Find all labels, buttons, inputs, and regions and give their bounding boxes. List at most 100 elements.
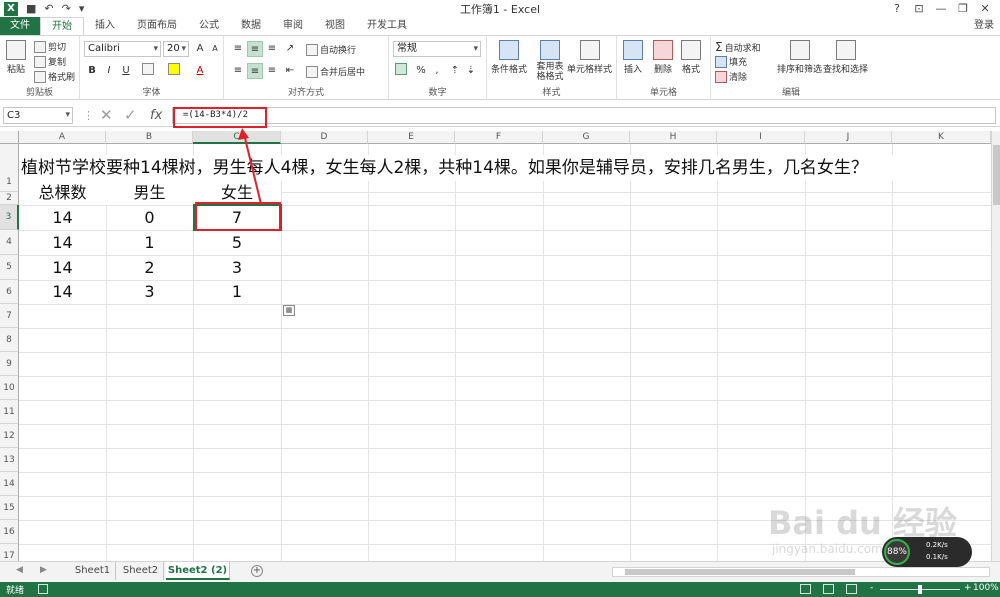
tab-insert[interactable]: 插入 <box>84 17 126 35</box>
row-header-4[interactable]: 4 <box>0 230 19 255</box>
tab-view[interactable]: 视图 <box>314 17 356 35</box>
network-speed-widget[interactable]: 88% 0.2K/s 0.1K/s <box>882 537 972 567</box>
minimize-button[interactable]: — <box>930 0 952 17</box>
format-painter-button[interactable]: 格式刷 <box>34 70 75 83</box>
tab-formulas[interactable]: 公式 <box>188 17 230 35</box>
close-button[interactable]: ✕ <box>974 0 996 17</box>
tab-home[interactable]: 开始 <box>40 17 84 35</box>
delete-cells-button[interactable]: 删除 <box>653 40 673 75</box>
decrease-decimal-button[interactable]: ⇣ <box>463 63 479 79</box>
name-box[interactable]: C3 <box>3 107 73 124</box>
row-header-10[interactable]: 10 <box>0 376 19 400</box>
row-header-13[interactable]: 13 <box>0 448 19 472</box>
column-header-a[interactable]: A <box>19 131 106 144</box>
tab-page-layout[interactable]: 页面布局 <box>126 17 188 35</box>
row-header-15[interactable]: 15 <box>0 496 19 520</box>
sort-filter-button[interactable]: 排序和筛选 <box>777 40 822 75</box>
cancel-formula-icon[interactable]: ✕ <box>100 106 113 124</box>
row-header-2[interactable]: 2 <box>0 192 19 205</box>
align-middle-button[interactable]: ≡ <box>247 41 263 57</box>
grow-font-button[interactable]: A <box>192 41 208 57</box>
cell-b4[interactable]: 1 <box>106 230 193 255</box>
column-header-f[interactable]: F <box>455 131 543 144</box>
horizontal-scrollbar[interactable] <box>612 567 990 577</box>
zoom-out-button[interactable]: - <box>870 583 873 593</box>
ribbon-display-options-button[interactable]: ⊡ <box>908 0 930 17</box>
row-header-16[interactable]: 16 <box>0 520 19 544</box>
align-right-button[interactable]: ≡ <box>264 63 280 79</box>
tab-review[interactable]: 审阅 <box>272 17 314 35</box>
row-header-17[interactable]: 17 <box>0 544 19 561</box>
select-all-corner[interactable] <box>0 131 19 144</box>
fill-color-button[interactable] <box>166 63 182 79</box>
customize-qat-icon[interactable]: ▾ <box>79 2 85 15</box>
column-header-c[interactable]: C <box>193 131 281 144</box>
quick-analysis-icon[interactable]: ▦ <box>283 305 295 316</box>
font-name-select[interactable]: Calibri <box>84 41 161 57</box>
align-top-button[interactable]: ≡ <box>230 41 246 57</box>
cut-button[interactable]: 剪切 <box>34 40 66 53</box>
cell-b6[interactable]: 3 <box>106 280 193 304</box>
redo-icon[interactable]: ↷ <box>62 2 71 15</box>
normal-view-icon[interactable] <box>800 584 811 594</box>
cell-b2[interactable]: 男生 <box>106 181 193 205</box>
row-header-11[interactable]: 11 <box>0 400 19 424</box>
login-link[interactable]: 登录 <box>974 17 994 35</box>
row-header-5[interactable]: 5 <box>0 255 19 280</box>
save-icon[interactable]: ■ <box>26 2 36 15</box>
cell-styles-button[interactable]: 单元格样式 <box>567 40 612 75</box>
cell-b5[interactable]: 2 <box>106 255 193 280</box>
column-header-j[interactable]: J <box>805 131 892 144</box>
column-header-b[interactable]: B <box>106 131 193 144</box>
tab-data[interactable]: 数据 <box>230 17 272 35</box>
prev-sheet-icon[interactable]: ◀ <box>16 565 23 575</box>
orientation-button[interactable]: ↗ <box>282 41 298 57</box>
cell-c4[interactable]: 5 <box>193 230 281 255</box>
column-header-g[interactable]: G <box>543 131 630 144</box>
clear-button[interactable]: 清除 <box>715 70 747 83</box>
zoom-slider[interactable]: - + <box>870 583 972 595</box>
row-header-12[interactable]: 12 <box>0 424 19 448</box>
align-center-button[interactable]: ≡ <box>247 63 263 79</box>
decrease-indent-button[interactable]: ⇤ <box>282 63 298 79</box>
worksheet-grid[interactable]: A B C D E F G H I J K 1 2 3 4 5 6 7 8 9 … <box>0 131 991 561</box>
shrink-font-button[interactable]: A <box>207 41 223 57</box>
zoom-level[interactable]: 100% <box>973 583 999 593</box>
comma-style-button[interactable]: , <box>429 63 445 79</box>
copy-button[interactable]: 复制 <box>34 55 66 68</box>
row-header-3[interactable]: 3 <box>0 205 19 230</box>
undo-icon[interactable]: ↶ <box>44 2 53 15</box>
wrap-text-button[interactable]: 自动换行 <box>306 43 356 56</box>
row-header-14[interactable]: 14 <box>0 472 19 496</box>
percent-style-button[interactable]: % <box>413 63 429 79</box>
horizontal-scroll-thumb[interactable] <box>625 569 855 575</box>
autosum-button[interactable]: Σ 自动求和 <box>715 40 761 54</box>
cell-a1-problem[interactable]: 植树节学校要种14棵树，男生每人4棵，女生每人2棵，共种14棵。如果你是辅导员，… <box>19 155 959 181</box>
merge-center-button[interactable]: 合并后居中 <box>306 65 365 78</box>
tab-developer[interactable]: 开发工具 <box>356 17 418 35</box>
align-left-button[interactable]: ≡ <box>230 63 246 79</box>
align-bottom-button[interactable]: ≡ <box>264 41 280 57</box>
formula-input[interactable]: =(14-B3*4)/2 <box>172 107 996 124</box>
cell-c6[interactable]: 1 <box>193 280 281 304</box>
row-header-7[interactable]: 7 <box>0 304 19 328</box>
sheet-tab-sheet2[interactable]: Sheet2 <box>118 562 164 580</box>
page-layout-view-icon[interactable] <box>823 584 834 594</box>
find-select-button[interactable]: 查找和选择 <box>823 40 868 75</box>
column-header-k[interactable]: K <box>892 131 991 144</box>
underline-button[interactable]: U <box>118 63 134 79</box>
cell-a6[interactable]: 14 <box>19 280 106 304</box>
paste-button[interactable]: 粘贴 <box>6 40 26 75</box>
font-color-button[interactable]: A <box>192 63 208 79</box>
cell-b3[interactable]: 0 <box>106 205 193 230</box>
column-header-h[interactable]: H <box>630 131 717 144</box>
cell-c5[interactable]: 3 <box>193 255 281 280</box>
sheet-tab-sheet1[interactable]: Sheet1 <box>70 562 116 580</box>
format-as-table-button[interactable]: 套用表格格式 <box>535 40 565 82</box>
borders-button[interactable] <box>140 63 156 79</box>
page-break-view-icon[interactable] <box>846 584 857 594</box>
sheet-tab-sheet2-2[interactable]: Sheet2 (2) <box>166 562 230 580</box>
insert-cells-button[interactable]: 插入 <box>623 40 643 75</box>
row-header-9[interactable]: 9 <box>0 352 19 376</box>
italic-button[interactable]: I <box>101 63 117 79</box>
